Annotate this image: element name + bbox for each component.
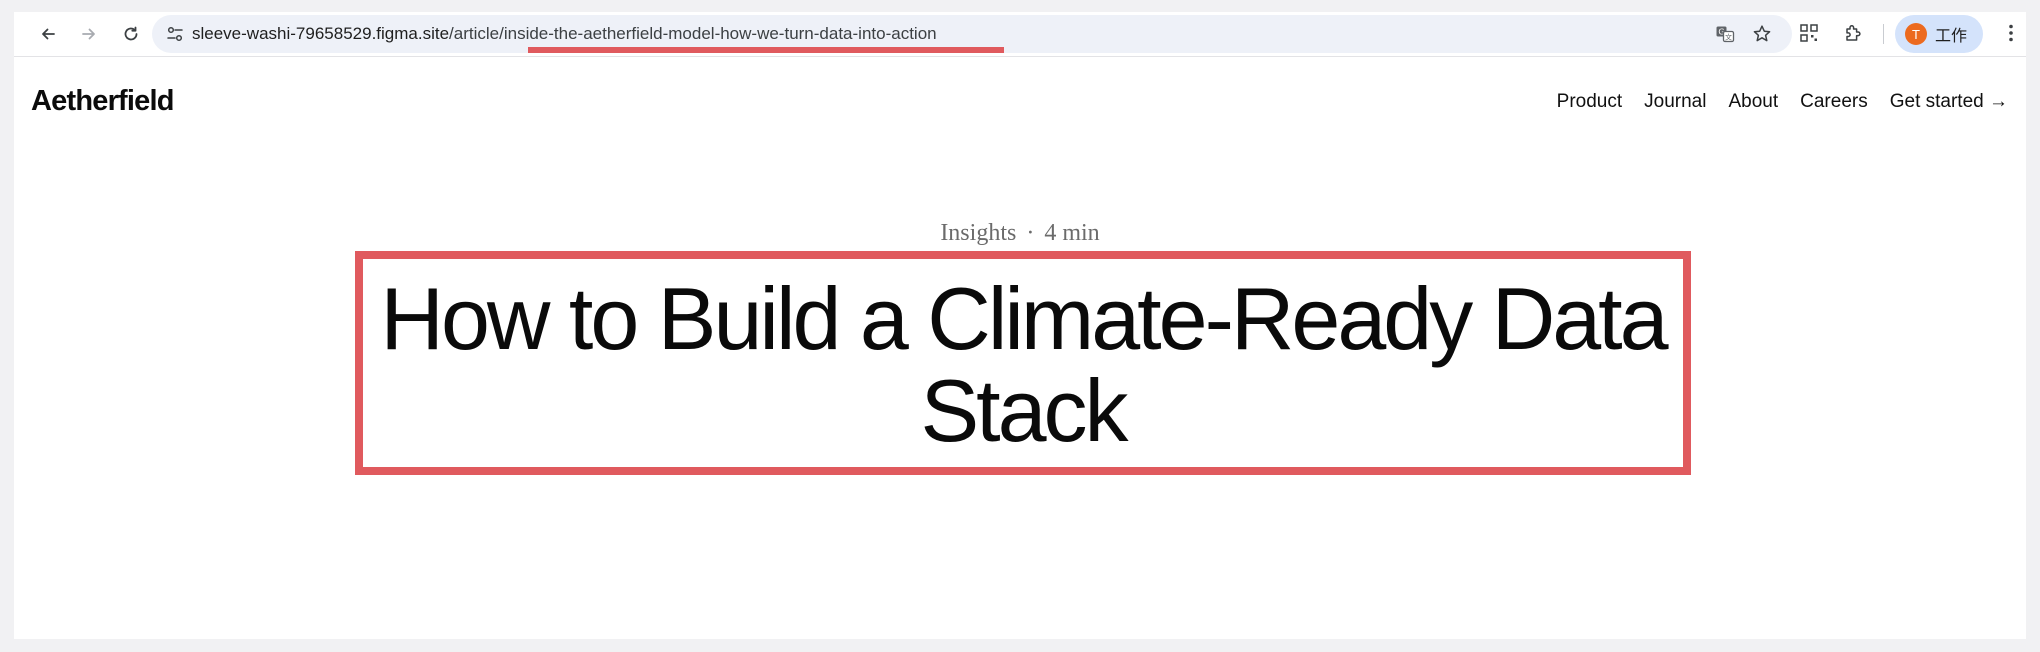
title-highlight-box: How to Build a Climate-Ready Data Stack (355, 251, 1691, 475)
browser-toolbar: sleeve-washi-79658529.figma.site/article… (14, 12, 2026, 57)
svg-text:文: 文 (1725, 33, 1732, 42)
avatar: T (1905, 23, 1927, 45)
back-icon (42, 28, 55, 40)
profile-button[interactable]: T 工作 (1895, 15, 1983, 53)
browser-menu-button[interactable] (2004, 22, 2018, 44)
article-title: How to Build a Climate-Ready Data Stack (380, 269, 1668, 460)
article-read-time: 4 min (1044, 220, 1100, 246)
bookmark-star-icon (1753, 25, 1771, 42)
site-info-icon[interactable] (166, 25, 184, 43)
reload-button[interactable] (116, 19, 146, 49)
translate-icon: G 文 (1716, 26, 1735, 43)
menu-dots-icon (2009, 24, 2013, 42)
site-nav: Product Journal About Careers Get starte… (1557, 91, 2008, 113)
browser-window: sleeve-washi-79658529.figma.site/article… (14, 12, 2026, 639)
get-started-link[interactable]: Get started → (1890, 91, 2008, 113)
toolbar-divider (1883, 24, 1884, 44)
forward-button[interactable] (74, 19, 104, 49)
article-category: Insights (940, 220, 1017, 246)
site-logo[interactable]: Aetherfield (31, 85, 174, 118)
meta-separator: · (1026, 220, 1035, 246)
site-header: Aetherfield Product Journal About Career… (14, 58, 2026, 148)
forward-icon (82, 28, 95, 40)
nav-link-about[interactable]: About (1728, 91, 1778, 113)
url-highlight-underline (528, 47, 1004, 53)
translate-button[interactable]: G 文 (1715, 24, 1735, 44)
qr-code-button[interactable] (1798, 22, 1820, 44)
nav-link-product[interactable]: Product (1557, 91, 1622, 113)
reload-icon (124, 26, 138, 41)
url-text[interactable]: sleeve-washi-79658529.figma.site/article… (192, 24, 937, 44)
profile-name: 工作 (1935, 26, 1968, 45)
extensions-icon (1846, 24, 1861, 41)
back-button[interactable] (33, 19, 63, 49)
qr-code-icon (1800, 24, 1818, 42)
nav-link-journal[interactable]: Journal (1644, 91, 1706, 113)
url-host: sleeve-washi-79658529.figma.site (192, 24, 450, 43)
url-path: /article/inside-the-aetherfield-model-ho… (449, 24, 937, 43)
article-meta: Insights · 4 min (14, 220, 2026, 247)
bookmark-button[interactable] (1752, 24, 1772, 44)
nav-link-careers[interactable]: Careers (1800, 91, 1868, 113)
extensions-button[interactable] (1842, 22, 1864, 44)
